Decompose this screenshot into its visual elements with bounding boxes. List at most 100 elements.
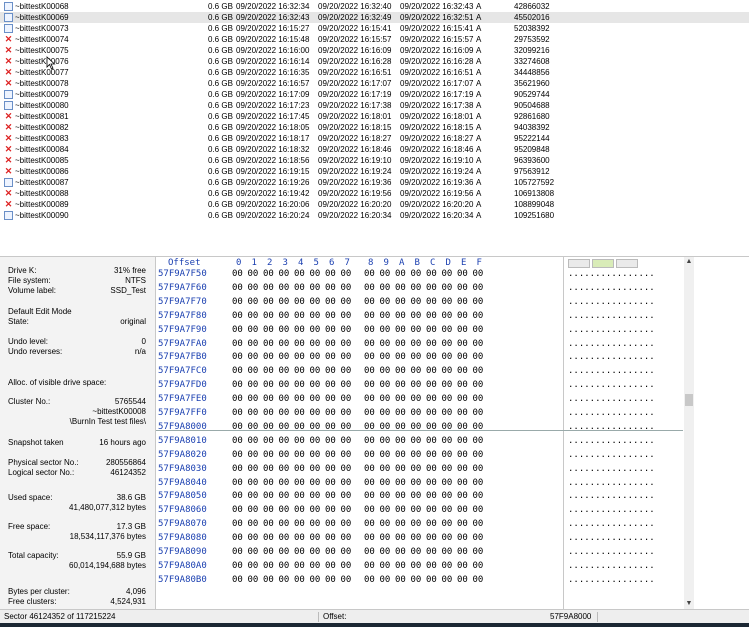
hex-byte[interactable]: 00 [364, 464, 375, 475]
hex-byte[interactable]: 00 [457, 408, 468, 419]
hex-byte[interactable]: 00 [395, 547, 406, 558]
file-row[interactable]: ~bittestK00079 0.6 GB 09/20/2022 16:17:09 0… [0, 89, 749, 100]
hex-byte[interactable]: 00 [248, 519, 259, 530]
hex-byte[interactable]: 00 [341, 366, 352, 377]
hex-byte[interactable]: 00 [426, 380, 437, 391]
hex-byte[interactable]: 00 [395, 283, 406, 294]
file-row[interactable]: ✕ ~bittestK00088 0.6 GB 09/20/2022 16:19:42… [0, 188, 749, 199]
file-row[interactable]: ✕ ~bittestK00074 0.6 GB 09/20/2022 16:15:48… [0, 34, 749, 45]
hex-byte[interactable]: 00 [442, 380, 453, 391]
hex-byte[interactable]: 00 [442, 519, 453, 530]
hex-byte[interactable]: 00 [411, 478, 422, 489]
hex-byte[interactable]: 00 [248, 352, 259, 363]
hex-byte[interactable]: 00 [473, 491, 484, 502]
hex-byte[interactable]: 00 [426, 561, 437, 572]
hex-byte[interactable]: 00 [426, 505, 437, 516]
hex-byte[interactable]: 00 [279, 394, 290, 405]
hex-byte[interactable]: 00 [310, 380, 321, 391]
hex-byte[interactable]: 00 [411, 491, 422, 502]
hex-byte[interactable]: 00 [473, 505, 484, 516]
hex-byte[interactable]: 00 [248, 339, 259, 350]
hex-byte[interactable]: 00 [442, 491, 453, 502]
hex-byte[interactable]: 00 [325, 352, 336, 363]
hex-row[interactable]: 57F9A7FD0 00 00 00 00 00 00 00 00 00 00 00 00 00 00 00 0… [156, 380, 683, 391]
file-row[interactable]: ~bittestK00080 0.6 GB 09/20/2022 16:17:23 0… [0, 100, 749, 111]
hex-byte[interactable]: 00 [442, 422, 453, 433]
hex-byte[interactable]: 00 [380, 491, 391, 502]
hex-byte[interactable]: 00 [341, 408, 352, 419]
hex-byte[interactable]: 00 [442, 297, 453, 308]
hex-byte[interactable]: 00 [294, 561, 305, 572]
hex-byte[interactable]: 00 [294, 478, 305, 489]
hex-byte[interactable]: 00 [341, 283, 352, 294]
hex-byte[interactable]: 00 [248, 561, 259, 572]
hex-byte[interactable]: 00 [341, 339, 352, 350]
hex-byte[interactable]: 00 [325, 297, 336, 308]
hex-byte[interactable]: 00 [364, 283, 375, 294]
hex-byte[interactable]: 00 [457, 464, 468, 475]
hex-byte[interactable]: 00 [325, 311, 336, 322]
hex-byte[interactable]: 00 [380, 339, 391, 350]
hex-byte[interactable]: 00 [473, 408, 484, 419]
hex-row[interactable]: 57F9A8050 00 00 00 00 00 00 00 00 00 00 00 00 00 00 00 0… [156, 491, 683, 502]
file-row[interactable]: ✕ ~bittestK00078 0.6 GB 09/20/2022 16:16:57… [0, 78, 749, 89]
hex-byte[interactable]: 00 [426, 352, 437, 363]
hex-byte[interactable]: 00 [341, 505, 352, 516]
file-row[interactable]: ✕ ~bittestK00082 0.6 GB 09/20/2022 16:18:05… [0, 122, 749, 133]
hex-byte[interactable]: 00 [395, 380, 406, 391]
hex-byte[interactable]: 00 [426, 269, 437, 280]
hex-byte[interactable]: 00 [341, 575, 352, 586]
hex-byte[interactable]: 00 [248, 366, 259, 377]
hex-byte[interactable]: 00 [279, 533, 290, 544]
hex-byte[interactable]: 00 [380, 380, 391, 391]
hex-byte[interactable]: 00 [310, 311, 321, 322]
hex-byte[interactable]: 00 [232, 283, 243, 294]
hex-row[interactable]: 57F9A7F50 00 00 00 00 00 00 00 00 00 00 00 00 00 00 00 0… [156, 269, 683, 280]
hex-byte[interactable]: 00 [380, 283, 391, 294]
hex-byte[interactable]: 00 [364, 491, 375, 502]
ascii-text[interactable]: ................ [568, 394, 655, 405]
hex-byte[interactable]: 00 [341, 352, 352, 363]
hex-byte[interactable]: 00 [263, 283, 274, 294]
hex-byte[interactable]: 00 [442, 533, 453, 544]
hex-byte[interactable]: 00 [294, 380, 305, 391]
hex-byte[interactable]: 00 [380, 436, 391, 447]
hex-row[interactable]: 57F9A7F90 00 00 00 00 00 00 00 00 00 00 00 00 00 00 00 0… [156, 325, 683, 336]
hex-byte[interactable]: 00 [457, 533, 468, 544]
file-row[interactable]: ✕ ~bittestK00083 0.6 GB 09/20/2022 16:18:17… [0, 133, 749, 144]
hex-byte[interactable]: 00 [310, 533, 321, 544]
hex-byte[interactable]: 00 [310, 352, 321, 363]
hex-byte[interactable]: 00 [263, 561, 274, 572]
ascii-text[interactable]: ................ [568, 436, 655, 447]
hex-byte[interactable]: 00 [248, 491, 259, 502]
file-row[interactable]: ✕ ~bittestK00084 0.6 GB 09/20/2022 16:18:32… [0, 144, 749, 155]
ascii-text[interactable]: ................ [568, 450, 655, 461]
hex-byte[interactable]: 00 [294, 464, 305, 475]
hex-byte[interactable]: 00 [457, 436, 468, 447]
hex-byte[interactable]: 00 [411, 380, 422, 391]
hex-byte[interactable]: 00 [325, 436, 336, 447]
hex-byte[interactable]: 00 [426, 575, 437, 586]
hex-byte[interactable]: 00 [395, 450, 406, 461]
hex-byte[interactable]: 00 [263, 436, 274, 447]
hex-byte[interactable]: 00 [232, 561, 243, 572]
hex-byte[interactable]: 00 [380, 366, 391, 377]
hex-byte[interactable]: 00 [380, 561, 391, 572]
hex-byte[interactable]: 00 [248, 297, 259, 308]
hex-byte[interactable]: 00 [364, 352, 375, 363]
hex-byte[interactable]: 00 [457, 491, 468, 502]
ascii-text[interactable]: ................ [568, 269, 655, 280]
hex-row[interactable]: 57F9A8080 00 00 00 00 00 00 00 00 00 00 00 00 00 00 00 0… [156, 533, 683, 544]
hex-byte[interactable]: 00 [380, 269, 391, 280]
hex-byte[interactable]: 00 [380, 408, 391, 419]
ascii-text[interactable]: ................ [568, 366, 655, 377]
hex-byte[interactable]: 00 [395, 478, 406, 489]
file-row[interactable]: ✕ ~bittestK00077 0.6 GB 09/20/2022 16:16:35… [0, 67, 749, 78]
hex-byte[interactable]: 00 [380, 325, 391, 336]
hex-byte[interactable]: 00 [442, 408, 453, 419]
hex-byte[interactable]: 00 [263, 339, 274, 350]
hex-byte[interactable]: 00 [395, 352, 406, 363]
hex-byte[interactable]: 00 [457, 575, 468, 586]
hex-byte[interactable]: 00 [232, 547, 243, 558]
hex-byte[interactable]: 00 [473, 561, 484, 572]
